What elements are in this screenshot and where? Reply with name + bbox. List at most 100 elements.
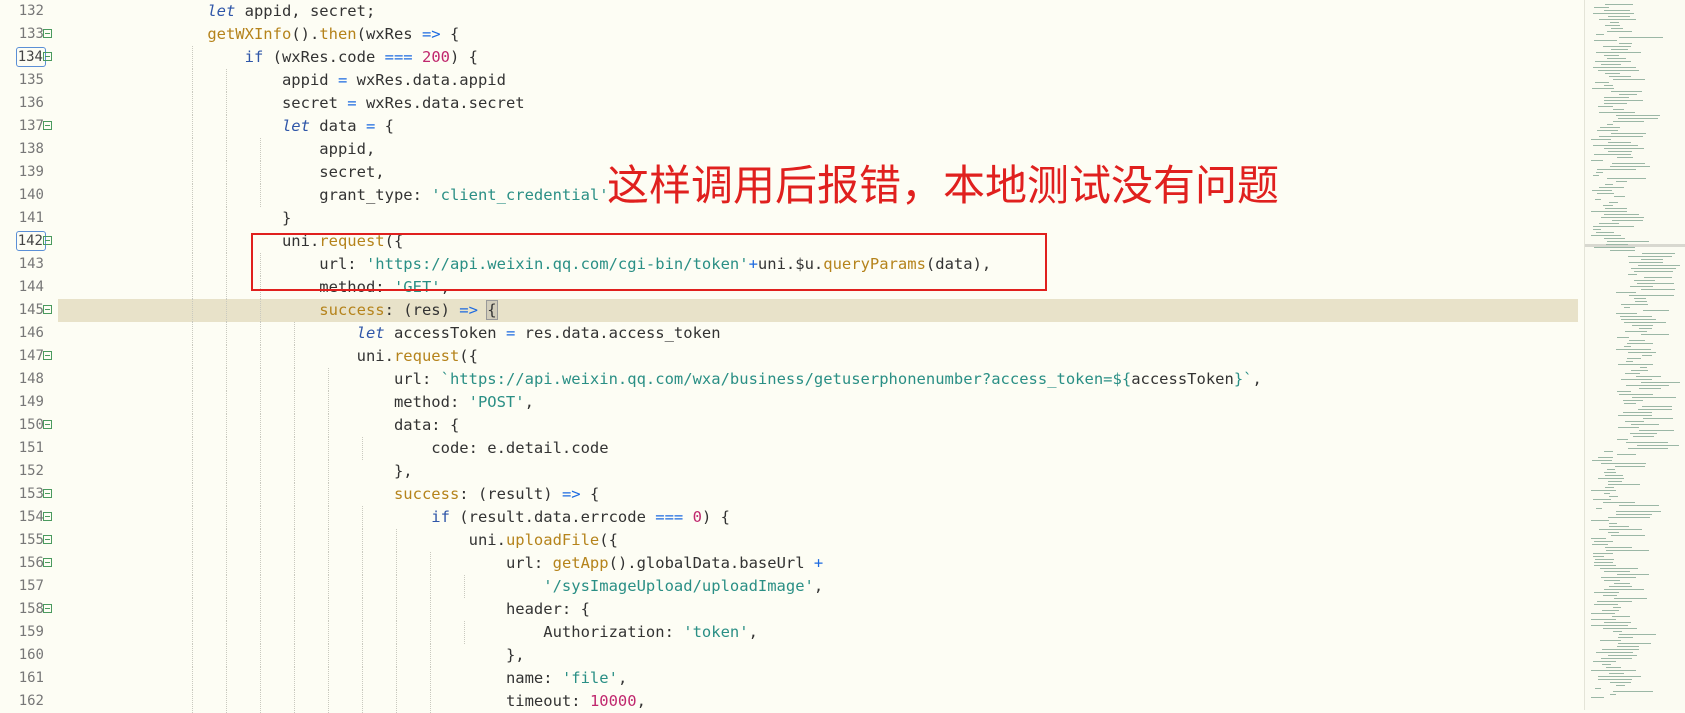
- fold-toggle-icon[interactable]: [43, 121, 52, 130]
- minimap-line: [1616, 292, 1636, 293]
- indent-guide: [226, 621, 227, 644]
- minimap-line: [1610, 22, 1619, 23]
- fold-toggle-icon[interactable]: [43, 604, 52, 613]
- fold-toggle-icon[interactable]: [43, 305, 52, 314]
- line-number-gutter: 150: [0, 414, 52, 437]
- line-number-gutter: 137: [0, 115, 52, 138]
- code-line[interactable]: name: 'file',: [58, 667, 1578, 690]
- code-line[interactable]: secret = wxRes.data.secret: [58, 92, 1578, 115]
- annotation-text: 这样调用后报错，本地测试没有问题: [607, 161, 1280, 210]
- code-token: wxRes.data.secret: [356, 94, 525, 112]
- minimap-line: [1617, 157, 1633, 158]
- indent-guide: [226, 184, 227, 207]
- minimap-line: [1593, 13, 1634, 14]
- minimap-line: [1610, 166, 1650, 167]
- minimap-line: [1595, 61, 1631, 62]
- code-token: ().: [291, 25, 320, 43]
- code-token: },: [505, 646, 525, 664]
- code-line[interactable]: url: `https://api.weixin.qq.com/wxa/busi…: [58, 368, 1578, 391]
- indent-guide: [192, 552, 193, 575]
- code-line[interactable]: appid = wxRes.data.appid: [58, 69, 1578, 92]
- minimap-line: [1591, 619, 1616, 620]
- code-editor[interactable]: 132 let appid, secret; 133 getWXInfo().th…: [0, 0, 1582, 713]
- code-token: ,: [748, 623, 758, 641]
- line-number: 147: [18, 348, 44, 364]
- indent-guide: [226, 230, 227, 253]
- fold-toggle-icon[interactable]: [43, 535, 52, 544]
- code-token: ({: [459, 347, 478, 365]
- code-line[interactable]: },: [58, 644, 1578, 667]
- code-line[interactable]: if (result.data.errcode === 0) {: [58, 506, 1578, 529]
- code-line[interactable]: let accessToken = res.data.access_token: [58, 322, 1578, 345]
- indent-guide: [328, 391, 329, 414]
- indent-guide: [226, 414, 227, 437]
- fold-toggle-icon[interactable]: [43, 512, 52, 521]
- line-number: 155: [18, 532, 44, 548]
- code-token: ) {: [449, 48, 478, 66]
- code-token: accessToken: [384, 324, 506, 342]
- line-number-gutter: 156: [0, 552, 52, 575]
- minimap-line: [1593, 499, 1611, 500]
- minimap-line: [1617, 646, 1639, 647]
- code-token: 'token': [683, 623, 749, 641]
- code-line[interactable]: code: e.detail.code: [58, 437, 1578, 460]
- code-line[interactable]: let appid, secret;: [58, 0, 1578, 23]
- code-line[interactable]: success: (result) => {: [58, 483, 1578, 506]
- code-token: ().globalData.baseUrl: [608, 554, 814, 572]
- indent-guide: [362, 506, 363, 529]
- fold-toggle-icon[interactable]: [43, 558, 52, 567]
- code-token: url:: [505, 554, 553, 572]
- code-line[interactable]: let data = {: [58, 115, 1578, 138]
- minimap-line: [1599, 112, 1635, 113]
- line-number: 138: [18, 141, 44, 157]
- minimap-line: [1634, 298, 1646, 299]
- code-token: {: [580, 485, 600, 503]
- line-number-gutter: 155: [0, 529, 52, 552]
- minimap-line: [1601, 64, 1621, 65]
- code-token: '/sysImageUpload/uploadImage': [543, 577, 814, 595]
- minimap-line: [1613, 121, 1644, 122]
- minimap-line: [1612, 616, 1630, 617]
- code-token: =: [505, 324, 516, 342]
- line-number-gutter: 144: [0, 276, 52, 299]
- code-line[interactable]: '/sysImageUpload/uploadImage',: [58, 575, 1578, 598]
- indent-guide: [192, 667, 193, 690]
- code-line[interactable]: success: (res) => {: [58, 299, 1578, 322]
- fold-toggle-icon[interactable]: [43, 351, 52, 360]
- code-line[interactable]: method: 'POST',: [58, 391, 1578, 414]
- minimap-line: [1616, 685, 1625, 686]
- minimap[interactable]: [1584, 0, 1685, 710]
- code-line[interactable]: },: [58, 460, 1578, 483]
- indent-guide: [328, 529, 329, 552]
- minimap-line: [1609, 586, 1632, 587]
- code-token: ({: [599, 531, 618, 549]
- fold-toggle-icon[interactable]: [43, 29, 52, 38]
- fold-toggle-icon[interactable]: [43, 236, 52, 245]
- fold-toggle-icon[interactable]: [43, 420, 52, 429]
- fold-toggle-icon[interactable]: [43, 489, 52, 498]
- code-line[interactable]: url: getApp().globalData.baseUrl +: [58, 552, 1578, 575]
- code-token: 10000: [589, 692, 637, 710]
- code-line[interactable]: if (wxRes.code === 200) {: [58, 46, 1578, 69]
- code-line[interactable]: Authorization: 'token',: [58, 621, 1578, 644]
- code-line[interactable]: uni.uploadFile({: [58, 529, 1578, 552]
- minimap-line: [1591, 235, 1621, 236]
- code-line[interactable]: data: {: [58, 414, 1578, 437]
- code-line[interactable]: header: {: [58, 598, 1578, 621]
- line-number-gutter: 148: [0, 368, 52, 391]
- code-token: wxRes.data.appid: [347, 71, 506, 89]
- minimap-line: [1598, 676, 1641, 677]
- fold-toggle-icon[interactable]: [43, 52, 52, 61]
- code-line[interactable]: uni.request({: [58, 345, 1578, 368]
- line-number-gutter: 146: [0, 322, 52, 345]
- minimap-line: [1618, 118, 1658, 119]
- minimap-line: [1610, 250, 1635, 251]
- code-line[interactable]: appid,: [58, 138, 1578, 161]
- highlight-box: [251, 233, 1047, 291]
- indent-guide: [328, 460, 329, 483]
- code-line[interactable]: getWXInfo().then(wxRes => {: [58, 23, 1578, 46]
- minimap-line: [1594, 247, 1635, 248]
- minimap-line: [1632, 325, 1653, 326]
- code-token: {: [375, 117, 394, 135]
